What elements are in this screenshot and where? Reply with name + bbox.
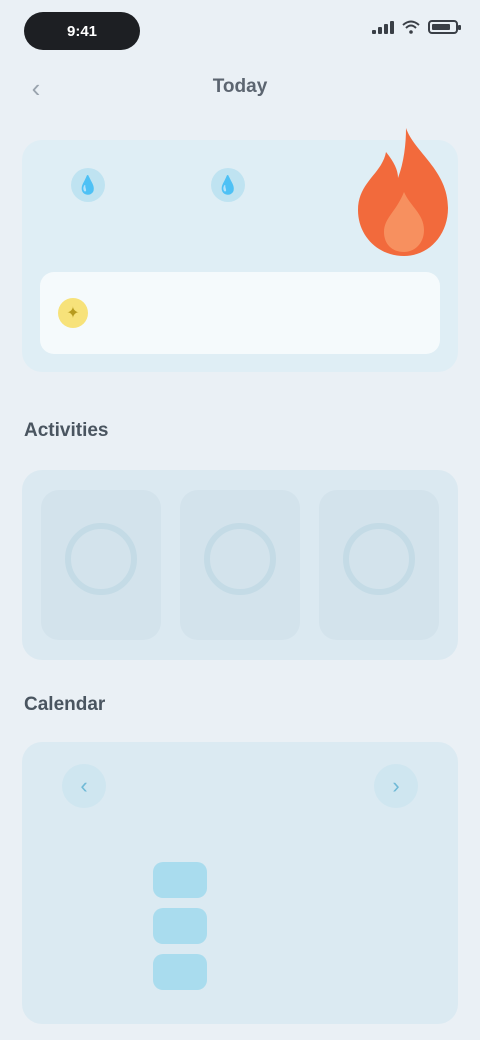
- calendar-day-selected[interactable]: [153, 908, 208, 944]
- activity-card[interactable]: [41, 490, 162, 640]
- calendar-day-selected[interactable]: [153, 954, 208, 990]
- calendar-day[interactable]: [34, 954, 88, 990]
- calendar-prev-button[interactable]: ‹: [62, 764, 106, 808]
- drop-icon: 💧: [71, 168, 105, 202]
- calendar-day[interactable]: [273, 862, 327, 898]
- section-title-calendar: Calendar: [24, 694, 106, 715]
- calendar-row: [34, 954, 446, 990]
- status-icons: [372, 20, 461, 34]
- calendar-day-selected[interactable]: [153, 862, 208, 898]
- calendar-row: [34, 908, 446, 944]
- activity-card[interactable]: [179, 490, 300, 640]
- calendar-day[interactable]: [213, 908, 267, 944]
- header: ‹ Today: [0, 62, 480, 114]
- activity-panel: [22, 470, 458, 660]
- calendar-day[interactable]: [392, 954, 446, 990]
- page-title: Today: [212, 76, 268, 97]
- section-title-activities: Activities: [24, 420, 109, 441]
- calendar-day[interactable]: [34, 908, 88, 944]
- activity-ring: [65, 523, 138, 595]
- flame-icon: [358, 128, 448, 256]
- calendar-row: [34, 862, 446, 898]
- stat-item: 💧: [28, 168, 148, 210]
- status-bar: 9:41: [0, 0, 480, 60]
- status-time: 9:41: [24, 12, 140, 50]
- calendar-day[interactable]: [94, 862, 148, 898]
- wifi-icon: [402, 20, 420, 34]
- stat-item: 💧: [168, 168, 288, 210]
- drop-icon: 💧: [211, 168, 245, 202]
- calendar-day[interactable]: [332, 908, 386, 944]
- calendar-day[interactable]: [392, 908, 446, 944]
- chevron-left-icon: ‹: [80, 773, 88, 798]
- calendar-day[interactable]: [332, 862, 386, 898]
- calendar-day[interactable]: [94, 908, 148, 944]
- battery-icon: [428, 20, 461, 34]
- calendar: ‹ ›: [22, 742, 458, 1024]
- activity-ring: [342, 523, 415, 595]
- activity-card[interactable]: [318, 490, 439, 640]
- tip-box: ✦: [40, 272, 440, 354]
- lightbulb-icon: ✦: [58, 298, 88, 328]
- calendar-day[interactable]: [392, 862, 446, 898]
- calendar-next-button[interactable]: ›: [374, 764, 418, 808]
- calendar-day[interactable]: [332, 954, 386, 990]
- signal-icon: [372, 20, 394, 34]
- calendar-day[interactable]: [273, 908, 327, 944]
- calendar-day[interactable]: [213, 862, 267, 898]
- calendar-day[interactable]: [34, 862, 88, 898]
- calendar-day[interactable]: [273, 954, 327, 990]
- summary-card: 💧 💧 ✦: [22, 128, 458, 372]
- calendar-day[interactable]: [94, 954, 148, 990]
- chevron-right-icon: ›: [392, 773, 400, 798]
- activity-ring: [203, 523, 276, 595]
- calendar-day[interactable]: [213, 954, 267, 990]
